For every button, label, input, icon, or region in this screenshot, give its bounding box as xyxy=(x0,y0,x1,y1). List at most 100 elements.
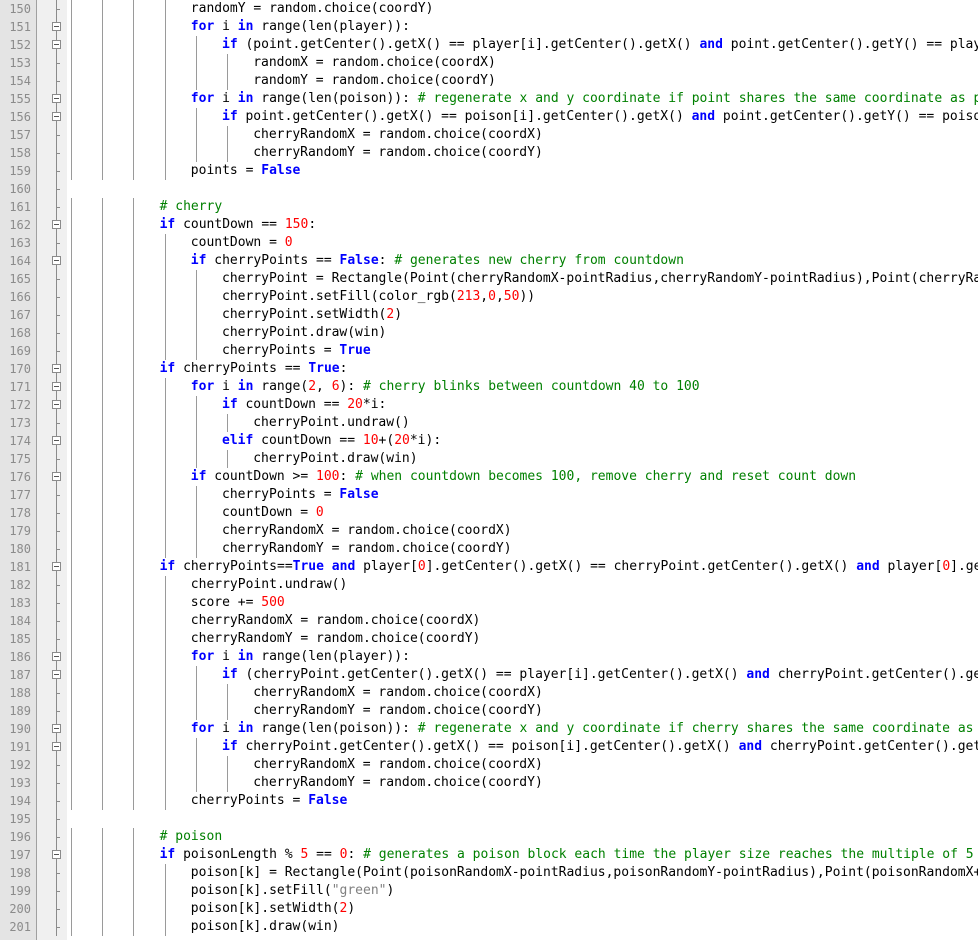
code-number: 500 xyxy=(261,595,285,610)
fold-collapse-icon[interactable] xyxy=(52,400,61,409)
line-number: 170 xyxy=(9,362,31,376)
indent-guide xyxy=(133,612,135,630)
code-line[interactable]: 182 cherryPoint.undraw() xyxy=(0,576,978,594)
code-line[interactable]: 197 if poisonLength % 5 == 0: # generates… xyxy=(0,846,978,864)
code-line[interactable]: 151 for i in range(len(player)): xyxy=(0,18,978,36)
code-line[interactable]: 177 cherryPoints = False xyxy=(0,486,978,504)
code-line[interactable]: 163 countDown = 0 xyxy=(0,234,978,252)
code-line[interactable]: 176 if countDown >= 100: # when countdown… xyxy=(0,468,978,486)
code-line[interactable]: 175 cherryPoint.draw(win) xyxy=(0,450,978,468)
code-line[interactable]: 191 if cherryPoint.getCenter().getX() == … xyxy=(0,738,978,756)
code-line[interactable]: 188 cherryRandomX = random.choice(coordX) xyxy=(0,684,978,702)
fold-collapse-icon[interactable] xyxy=(52,670,61,679)
fold-line-tick xyxy=(56,909,60,910)
code-line[interactable]: 184 cherryRandomX = random.choice(coordX) xyxy=(0,612,978,630)
fold-line-tick xyxy=(56,801,60,802)
fold-collapse-icon[interactable] xyxy=(52,94,61,103)
fold-collapse-icon[interactable] xyxy=(52,472,61,481)
fold-collapse-icon[interactable] xyxy=(52,40,61,49)
code-text: i xyxy=(214,721,238,736)
indent-guide xyxy=(164,90,166,108)
code-line[interactable]: 161 # cherry xyxy=(0,198,978,216)
code-line[interactable]: 183 score += 500 xyxy=(0,594,978,612)
code-line[interactable]: 178 countDown = 0 xyxy=(0,504,978,522)
code-line[interactable]: 150 randomY = random.choice(coordY) xyxy=(0,0,978,18)
fold-collapse-icon[interactable] xyxy=(52,436,61,445)
code-line[interactable]: 193 cherryRandomY = random.choice(coordY) xyxy=(0,774,978,792)
fold-line-tick xyxy=(56,819,60,820)
code-text: randomX = random.choice(coordX) xyxy=(253,55,496,70)
indent-guide xyxy=(102,630,104,648)
fold-collapse-icon[interactable] xyxy=(52,364,61,373)
line-number: 160 xyxy=(9,182,31,196)
fold-collapse-icon[interactable] xyxy=(52,256,61,265)
code-line[interactable]: 165 cherryPoint = Rectangle(Point(cherryR… xyxy=(0,270,978,288)
code-line[interactable]: 180 cherryRandomY = random.choice(coordY) xyxy=(0,540,978,558)
line-number: 176 xyxy=(9,470,31,484)
code-line[interactable]: 169 cherryPoints = True xyxy=(0,342,978,360)
code-keyword: True xyxy=(292,559,324,574)
code-line[interactable]: 196 # poison xyxy=(0,828,978,846)
code-line[interactable]: 154 randomY = random.choice(coordY) xyxy=(0,72,978,90)
line-number: 162 xyxy=(9,218,31,232)
fold-collapse-icon[interactable] xyxy=(52,652,61,661)
code-line[interactable]: 162 if countDown == 150: xyxy=(0,216,978,234)
code-line[interactable]: 157 cherryRandomX = random.choice(coordX) xyxy=(0,126,978,144)
code-keyword: and xyxy=(331,559,356,574)
code-line[interactable]: 167 cherryPoint.setWidth(2) xyxy=(0,306,978,324)
code-line[interactable]: 155 for i in range(len(poison)): # regene… xyxy=(0,90,978,108)
code-line[interactable]: 189 cherryRandomY = random.choice(coordY) xyxy=(0,702,978,720)
code-line[interactable]: 187 if (cherryPoint.getCenter().getX() ==… xyxy=(0,666,978,684)
code-line[interactable]: 190 for i in range(len(poison)): # regene… xyxy=(0,720,978,738)
code-line[interactable]: 200 poison[k].setWidth(2) xyxy=(0,900,978,918)
indent-guide xyxy=(102,432,104,450)
code-text: cherryPoint.getCenter().getY() == poison… xyxy=(769,739,978,754)
fold-collapse-icon[interactable] xyxy=(52,850,61,859)
code-line[interactable]: 201 poison[k].draw(win) xyxy=(0,918,978,936)
code-text: cherryPoints == xyxy=(206,253,340,268)
code-line[interactable]: 168 cherryPoint.draw(win) xyxy=(0,324,978,342)
code-line[interactable]: 173 cherryPoint.undraw() xyxy=(0,414,978,432)
code-line[interactable]: 153 randomX = random.choice(coordX) xyxy=(0,54,978,72)
code-line[interactable]: 158 cherryRandomY = random.choice(coordY) xyxy=(0,144,978,162)
indent-guide xyxy=(71,612,72,630)
indent-guide xyxy=(71,576,72,594)
code-line[interactable]: 179 cherryRandomX = random.choice(coordX) xyxy=(0,522,978,540)
fold-collapse-icon[interactable] xyxy=(52,22,61,31)
code-line[interactable]: 181 if cherryPoints==True and player[0].g… xyxy=(0,558,978,576)
code-editor[interactable]: 150 randomY = random.choice(coordY) 151 for… xyxy=(0,0,978,940)
indent-guide xyxy=(164,54,166,72)
code-text: cherryRandomX = random.choice(coordX) xyxy=(253,756,543,774)
code-line[interactable]: 166 cherryPoint.setFill(color_rgb(213,0,5… xyxy=(0,288,978,306)
code-line[interactable]: 198 poison[k] = Rectangle(Point(poisonRan… xyxy=(0,864,978,882)
indent-guide xyxy=(195,414,197,432)
code-number: 10 xyxy=(362,433,379,448)
line-number: 187 xyxy=(9,668,31,682)
code-line[interactable]: 170 if cherryPoints == True: xyxy=(0,360,978,378)
fold-collapse-icon[interactable] xyxy=(52,742,61,751)
code-line[interactable]: 156 if point.getCenter().getX() == poison… xyxy=(0,108,978,126)
code-line[interactable]: 160 xyxy=(0,180,978,198)
fold-collapse-icon[interactable] xyxy=(52,724,61,733)
code-line[interactable]: 186 for i in range(len(player)): xyxy=(0,648,978,666)
code-line[interactable]: 174 elif countDown == 10+(20*i): xyxy=(0,432,978,450)
fold-collapse-icon[interactable] xyxy=(52,382,61,391)
code-line[interactable]: 164 if cherryPoints == False: # generates… xyxy=(0,252,978,270)
code-line[interactable]: 159 points = False xyxy=(0,162,978,180)
indent-guide xyxy=(133,36,135,54)
code-line[interactable]: 195 xyxy=(0,810,978,828)
code-line[interactable]: 172 if countDown == 20*i: xyxy=(0,396,978,414)
fold-collapse-icon[interactable] xyxy=(52,112,61,121)
line-number: 179 xyxy=(9,524,31,538)
code-line[interactable]: 152 if (point.getCenter().getX() == playe… xyxy=(0,36,978,54)
indent-guide xyxy=(71,702,72,720)
fold-collapse-icon[interactable] xyxy=(52,220,61,229)
code-line[interactable]: 171 for i in range(2, 6): # cherry blinks… xyxy=(0,378,978,396)
code-lines[interactable]: 150 randomY = random.choice(coordY) 151 for… xyxy=(0,0,978,936)
code-line[interactable]: 192 cherryRandomX = random.choice(coordX) xyxy=(0,756,978,774)
code-line[interactable]: 185 cherryRandomY = random.choice(coordY) xyxy=(0,630,978,648)
indent-guide xyxy=(71,216,72,234)
code-line[interactable]: 194 cherryPoints = False xyxy=(0,792,978,810)
fold-collapse-icon[interactable] xyxy=(52,562,61,571)
code-line[interactable]: 199 poison[k].setFill("green") xyxy=(0,882,978,900)
